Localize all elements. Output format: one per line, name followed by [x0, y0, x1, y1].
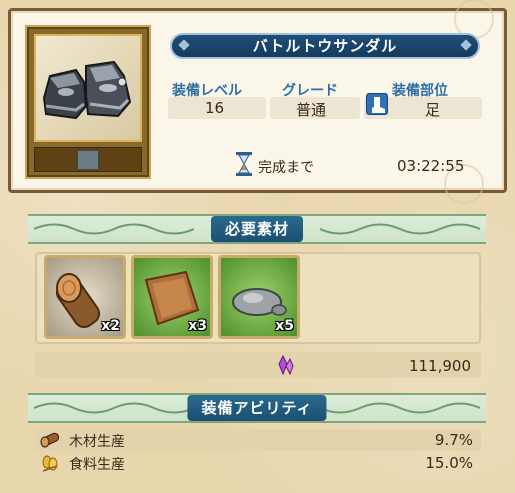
item-slot-bar	[34, 147, 142, 172]
material-slot-log[interactable]: x2	[44, 255, 126, 339]
ability-label: 食料生産	[69, 457, 125, 473]
foot-slot-icon	[366, 93, 388, 115]
cost-value: 111,900	[408, 357, 471, 375]
set-slot-icon	[77, 150, 99, 170]
slot-value: 足	[425, 101, 441, 119]
vine-ornament	[34, 223, 194, 235]
equip-level-label: 装備レベル	[172, 83, 242, 99]
grain-icon	[42, 455, 58, 472]
ability-value: 15.0%	[425, 454, 473, 472]
item-portrait-frame[interactable]	[27, 27, 149, 177]
abilities-title: 装備アビリティ	[187, 395, 327, 421]
remaining-time: 03:22:55	[397, 157, 465, 175]
crystal-icon	[278, 354, 294, 376]
grade-label: グレード	[282, 83, 338, 99]
equip-level-value: 16	[205, 99, 225, 117]
material-slot-leather[interactable]: x3	[131, 255, 213, 339]
ability-row: 木材生産 9.7%	[35, 429, 481, 451]
grade-value: 普通	[296, 101, 327, 119]
vine-ornament	[320, 223, 480, 235]
ability-label: 木材生産	[69, 434, 125, 450]
vine-ornament	[34, 402, 194, 414]
slot-label: 装備部位	[392, 83, 448, 99]
vine-ornament	[320, 402, 480, 414]
steel-sandals-icon	[34, 34, 142, 142]
materials-section-header: 必要素材	[28, 214, 486, 244]
ability-value: 9.7%	[434, 431, 473, 449]
material-qty: x5	[275, 318, 294, 334]
complete-label: 完成まで	[258, 160, 314, 176]
materials-title: 必要素材	[210, 216, 304, 242]
wood-icon	[40, 432, 60, 448]
material-slot-stone[interactable]: x5	[218, 255, 300, 339]
item-name-banner: バトルトウサンダル	[170, 33, 480, 59]
abilities-section-header: 装備アビリティ	[28, 393, 486, 423]
hourglass-icon	[236, 152, 252, 176]
material-qty: x2	[101, 318, 120, 334]
material-qty: x3	[188, 318, 207, 334]
ability-row: 食料生産 15.0%	[35, 452, 481, 474]
